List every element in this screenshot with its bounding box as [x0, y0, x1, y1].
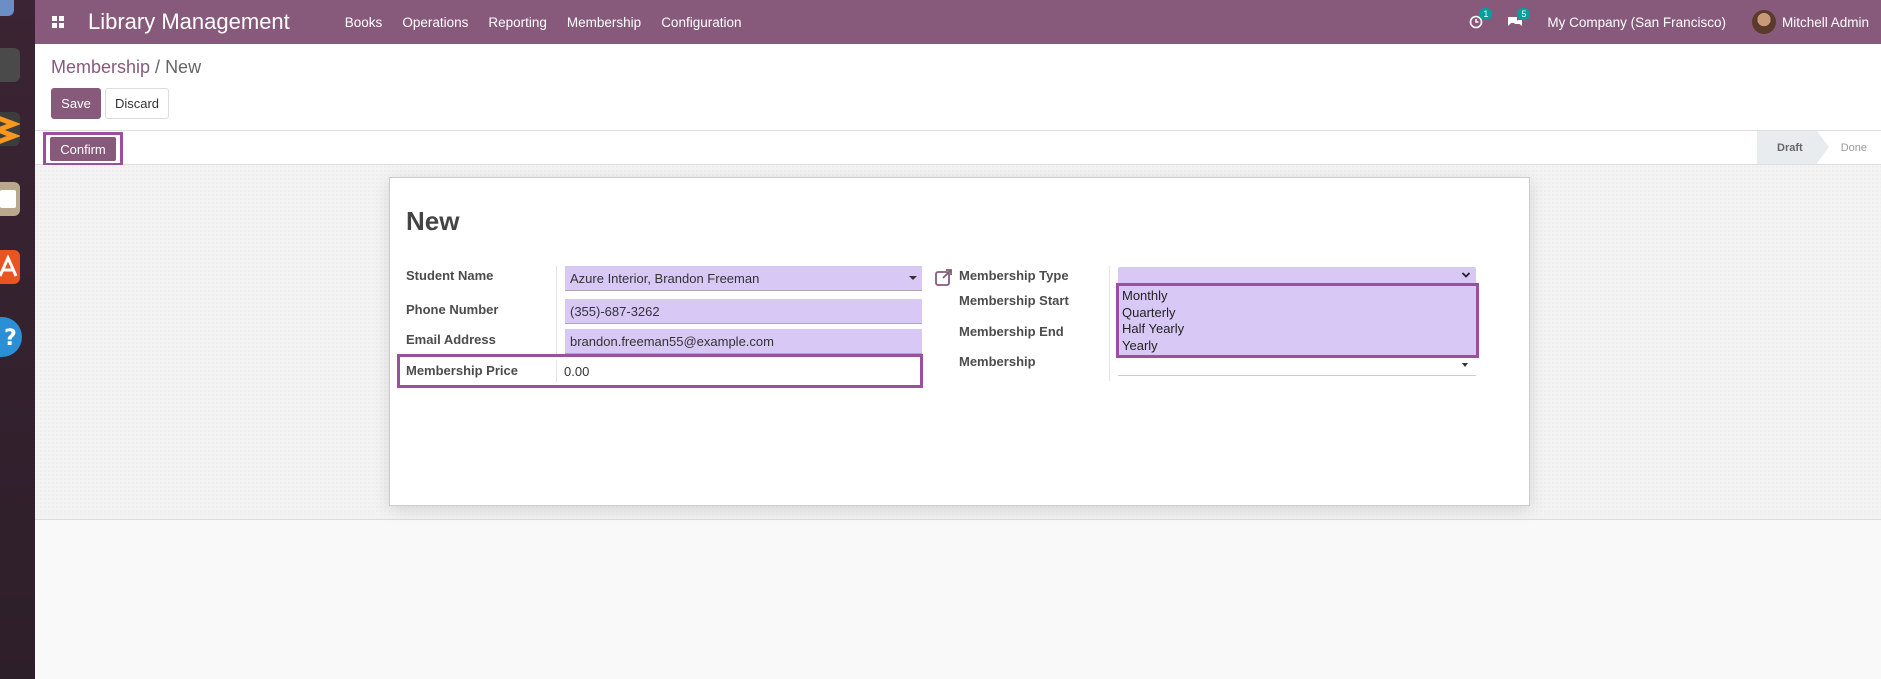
left-column-separator	[556, 266, 557, 356]
membership-end-label: Membership End	[959, 324, 1064, 339]
membership-price-input[interactable]: 0.00	[564, 364, 589, 379]
messages-badge: 5	[1517, 8, 1531, 20]
option-yearly[interactable]: Yearly	[1122, 338, 1473, 355]
membership-type-dropdown: Monthly Quarterly Half Yearly Yearly	[1116, 283, 1479, 358]
membership-select[interactable]	[1118, 356, 1476, 376]
right-column-separator	[1109, 266, 1110, 381]
menu-reporting[interactable]: Reporting	[488, 15, 547, 30]
terminal-app-icon[interactable]	[0, 48, 20, 82]
chat-bubbles-icon[interactable]: 5	[1507, 8, 1531, 29]
text-editor-app-icon[interactable]	[0, 182, 20, 216]
breadcrumb-current: New	[165, 57, 202, 77]
menu-operations[interactable]: Operations	[402, 15, 468, 30]
option-monthly[interactable]: Monthly	[1122, 288, 1473, 305]
membership-start-label: Membership Start	[959, 293, 1069, 308]
confirm-button[interactable]: Confirm	[50, 137, 116, 161]
email-address-field[interactable]: brandon.freeman55@example.com	[565, 329, 922, 354]
help-app-icon[interactable]: ?	[0, 317, 22, 357]
record-title: New	[406, 206, 460, 236]
activity-badge: 1	[1479, 8, 1493, 20]
form-statusbar: Confirm Draft Done	[35, 130, 1881, 166]
apps-grid-icon[interactable]	[42, 0, 74, 44]
stage-draft[interactable]: Draft	[1757, 131, 1829, 164]
control-panel: Membership / New Save Discard	[35, 44, 1881, 130]
software-center-icon[interactable]	[0, 250, 20, 284]
email-address-label: Email Address	[406, 332, 496, 347]
breadcrumb: Membership / New	[51, 57, 201, 78]
membership-label: Membership	[959, 354, 1036, 369]
user-menu[interactable]: Mitchell Admin	[1782, 15, 1869, 30]
form-sheet: New Student Name Phone Number Email Addr…	[389, 177, 1530, 506]
option-quarterly[interactable]: Quarterly	[1122, 305, 1473, 322]
files-app-icon[interactable]	[0, 0, 14, 16]
avatar[interactable]	[1751, 10, 1776, 34]
sublime-app-icon[interactable]	[0, 112, 22, 146]
student-name-field[interactable]: Azure Interior, Brandon Freeman	[565, 266, 922, 291]
activity-clock-icon[interactable]: 1	[1469, 8, 1493, 29]
chevron-down-icon[interactable]	[1462, 363, 1468, 367]
phone-number-label: Phone Number	[406, 302, 499, 317]
breadcrumb-membership-link[interactable]: Membership	[51, 57, 150, 77]
app-title[interactable]: Library Management	[88, 9, 290, 35]
email-address-value: brandon.freeman55@example.com	[570, 333, 774, 349]
save-button[interactable]: Save	[51, 88, 101, 119]
menu-membership[interactable]: Membership	[567, 15, 641, 30]
external-link-icon[interactable]	[934, 267, 954, 287]
membership-price-label: Membership Price	[406, 363, 518, 378]
os-launcher: ?	[0, 0, 35, 679]
chevron-down-icon[interactable]	[1461, 270, 1471, 280]
student-name-value: Azure Interior, Brandon Freeman	[570, 270, 760, 286]
phone-number-field[interactable]: (355)-687-3262	[565, 299, 922, 324]
breadcrumb-separator: /	[155, 57, 161, 77]
top-navbar: Library Management Books Operations Repo…	[35, 0, 1881, 44]
student-name-label: Student Name	[406, 268, 494, 283]
membership-type-label: Membership Type	[959, 268, 1069, 283]
price-column-separator	[556, 360, 557, 382]
company-switcher[interactable]: My Company (San Francisco)	[1547, 15, 1726, 30]
chevron-down-icon[interactable]	[909, 276, 917, 280]
menu-configuration[interactable]: Configuration	[661, 15, 741, 30]
phone-number-value: (355)-687-3262	[570, 303, 660, 319]
option-half-yearly[interactable]: Half Yearly	[1122, 321, 1473, 338]
stage-pipeline: Draft Done	[1757, 131, 1881, 164]
svg-text:?: ?	[4, 326, 17, 351]
menu-books[interactable]: Books	[345, 15, 383, 30]
systray: 1 5 My Company (San Francisco) Mitchell …	[1469, 8, 1881, 34]
discard-button[interactable]: Discard	[105, 88, 169, 119]
